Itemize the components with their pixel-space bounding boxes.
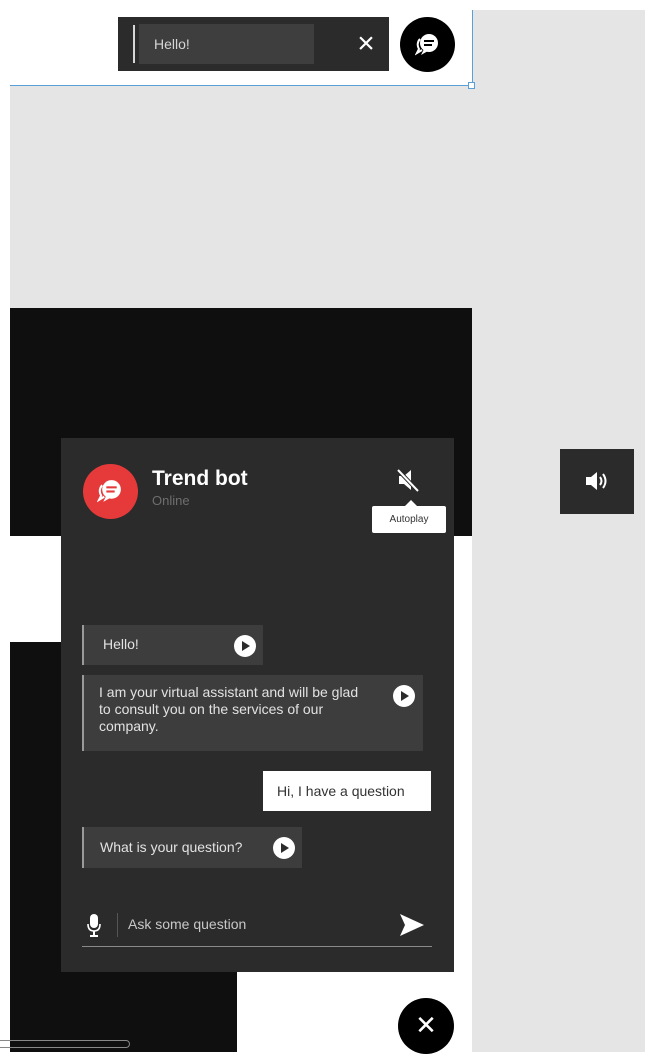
- bot-message: Hello!: [82, 625, 263, 665]
- bot-status: Online: [152, 493, 190, 508]
- question-input[interactable]: [128, 911, 383, 937]
- close-icon[interactable]: ×: [352, 29, 380, 59]
- message-text: What is your question?: [100, 839, 243, 855]
- close-chat-button[interactable]: ✕: [398, 998, 454, 1054]
- user-message: Hi, I have a question: [263, 771, 431, 811]
- preview-message-bar: Hello! ×: [118, 17, 389, 71]
- play-icon[interactable]: [234, 635, 256, 657]
- chat-bubbles-icon: [415, 34, 438, 56]
- preview-message-field[interactable]: Hello!: [139, 24, 314, 64]
- selection-outline-bottom: [10, 85, 473, 86]
- canvas-right-panel: [472, 10, 645, 1052]
- message-text: Hi, I have a question: [277, 783, 405, 799]
- preview-message-text: Hello!: [154, 36, 190, 52]
- autoplay-tooltip: Autoplay: [372, 500, 446, 533]
- page-background: [0, 0, 10, 1052]
- play-icon[interactable]: [393, 685, 415, 707]
- resize-handle[interactable]: [468, 82, 475, 89]
- bot-message: What is your question?: [82, 827, 302, 868]
- bot-name: Trend bot: [152, 467, 248, 490]
- chat-bubbles-icon: [97, 480, 121, 503]
- message-text: Hello!: [103, 636, 139, 652]
- speaker-muted-icon[interactable]: [393, 466, 423, 494]
- send-icon[interactable]: [398, 912, 426, 938]
- input-divider: [117, 913, 118, 937]
- chat-launcher-button[interactable]: [400, 17, 455, 72]
- bot-message: I am your virtual assistant and will be …: [82, 675, 423, 751]
- canvas-grey-area: [10, 85, 472, 308]
- close-icon: ✕: [415, 1010, 437, 1040]
- speaker-icon: [586, 472, 607, 490]
- white-gap: [10, 536, 61, 642]
- microphone-icon[interactable]: [86, 913, 102, 937]
- sound-toggle-button[interactable]: [560, 449, 634, 514]
- message-text: I am your virtual assistant and will be …: [99, 684, 359, 734]
- play-icon[interactable]: [273, 837, 295, 859]
- horizontal-scrollbar[interactable]: [0, 1040, 130, 1048]
- selection-outline-right: [472, 10, 473, 86]
- text-caret: [133, 25, 135, 63]
- bot-avatar: [83, 464, 138, 519]
- input-underline: [82, 946, 432, 947]
